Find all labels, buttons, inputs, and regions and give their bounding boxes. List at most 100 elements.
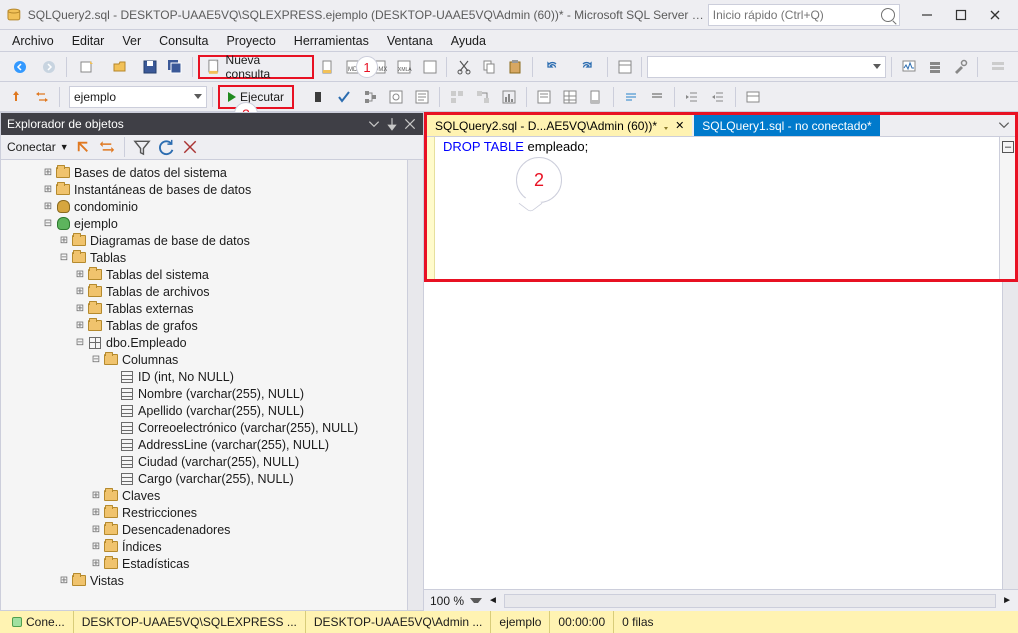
properties-button[interactable] <box>613 55 636 79</box>
zoom-value[interactable]: 100 % <box>430 594 464 608</box>
tree-toggle-icon[interactable]: ⊞ <box>89 524 103 535</box>
view-options-button[interactable] <box>983 55 1014 79</box>
cut-button[interactable] <box>452 55 475 79</box>
refresh-button[interactable] <box>156 137 176 157</box>
close-icon[interactable] <box>403 117 417 131</box>
query-file-button[interactable] <box>316 55 339 79</box>
tree-row[interactable]: ⊟Columnas <box>1 351 407 368</box>
editor-lower-area[interactable] <box>424 282 1018 589</box>
debug-button[interactable] <box>306 85 330 109</box>
include-live-button[interactable] <box>471 85 495 109</box>
tree-row[interactable]: ⊞Claves <box>1 487 407 504</box>
menu-archivo[interactable]: Archivo <box>4 32 62 50</box>
save-all-button[interactable] <box>164 55 187 79</box>
outdent-button[interactable] <box>706 85 730 109</box>
tree-row[interactable]: ⊞Vistas <box>1 572 407 589</box>
menu-ventana[interactable]: Ventana <box>379 32 441 50</box>
tree-toggle-icon[interactable]: ⊟ <box>41 218 55 229</box>
results-text-button[interactable] <box>532 85 556 109</box>
tree-row[interactable]: AddressLine (varchar(255), NULL) <box>1 436 407 453</box>
include-stats-button[interactable] <box>497 85 521 109</box>
tree-row[interactable]: ⊞Índices <box>1 538 407 555</box>
nav-back-button[interactable] <box>4 55 35 79</box>
menu-consulta[interactable]: Consulta <box>151 32 216 50</box>
tree-row[interactable]: Ciudad (varchar(255), NULL) <box>1 453 407 470</box>
minimize-button[interactable] <box>910 3 944 27</box>
comment-button[interactable] <box>619 85 643 109</box>
connect-label[interactable]: Conectar <box>7 140 56 154</box>
maximize-button[interactable] <box>944 3 978 27</box>
code-content[interactable]: DROP TABLE empleado; <box>435 137 999 279</box>
new-project-button[interactable] <box>72 55 103 79</box>
redo-button[interactable] <box>571 55 602 79</box>
tree-row[interactable]: ⊟Tablas <box>1 249 407 266</box>
tree-row[interactable]: ⊞Restricciones <box>1 504 407 521</box>
quick-launch-input[interactable] <box>713 8 881 22</box>
tree-row[interactable]: ⊞Tablas externas <box>1 300 407 317</box>
tree-row[interactable]: ⊞Tablas de grafos <box>1 317 407 334</box>
tree-toggle-icon[interactable]: ⊞ <box>73 269 87 280</box>
include-plan-button[interactable] <box>445 85 469 109</box>
object-tree[interactable]: ⊞Bases de datos del sistema⊞Instantáneas… <box>1 160 407 610</box>
tree-row[interactable]: ⊞Diagramas de base de datos <box>1 232 407 249</box>
results-grid-button[interactable] <box>558 85 582 109</box>
tree-row[interactable]: ⊞Instantáneas de bases de datos <box>1 181 407 198</box>
tree-toggle-icon[interactable]: ⊞ <box>89 541 103 552</box>
close-button[interactable] <box>978 3 1012 27</box>
horizontal-scrollbar[interactable] <box>504 594 996 608</box>
tree-toggle-icon[interactable]: ⊟ <box>73 337 87 348</box>
tree-row[interactable]: Nombre (varchar(255), NULL) <box>1 385 407 402</box>
parse-button[interactable] <box>332 85 356 109</box>
query-options-button[interactable] <box>384 85 408 109</box>
tree-toggle-icon[interactable]: ⊞ <box>41 167 55 178</box>
filter-button[interactable] <box>132 137 152 157</box>
tab-overflow-button[interactable] <box>997 118 1011 132</box>
tree-row[interactable]: Apellido (varchar(255), NULL) <box>1 402 407 419</box>
stop-button[interactable] <box>180 137 200 157</box>
xmla-query-button[interactable]: XMLA <box>392 55 415 79</box>
code-editor[interactable]: DROP TABLE empleado; ‒ <box>427 137 1015 279</box>
tree-toggle-icon[interactable]: ⊞ <box>89 558 103 569</box>
menu-editar[interactable]: Editar <box>64 32 113 50</box>
tree-toggle-icon[interactable]: ⊞ <box>73 320 87 331</box>
paste-button[interactable] <box>503 55 526 79</box>
undo-button[interactable] <box>538 55 569 79</box>
uncomment-button[interactable] <box>645 85 669 109</box>
menu-ver[interactable]: Ver <box>114 32 149 50</box>
quick-launch-box[interactable] <box>708 4 900 26</box>
tree-row[interactable]: ⊞Tablas del sistema <box>1 266 407 283</box>
tree-toggle-icon[interactable]: ⊞ <box>89 490 103 501</box>
tree-row[interactable]: Correoelectrónico (varchar(255), NULL) <box>1 419 407 436</box>
specify-values-button[interactable] <box>741 85 765 109</box>
tree-row[interactable]: ⊞condominio <box>1 198 407 215</box>
tab-sqlquery2[interactable]: SQLQuery2.sql - D...AE5VQ\Admin (60))* ✕ <box>427 115 692 136</box>
disconnect-button[interactable] <box>73 137 93 157</box>
nav-forward-button[interactable] <box>37 55 60 79</box>
open-button[interactable] <box>105 55 136 79</box>
zoom-dropdown-icon[interactable] <box>470 598 482 603</box>
vertical-scrollbar[interactable] <box>1002 282 1018 589</box>
tree-toggle-icon[interactable]: ⊞ <box>41 201 55 212</box>
tree-toggle-icon[interactable]: ⊞ <box>57 575 71 586</box>
tree-toggle-icon[interactable]: ⊟ <box>57 252 71 263</box>
menu-proyecto[interactable]: Proyecto <box>218 32 283 50</box>
display-plan-button[interactable] <box>358 85 382 109</box>
tree-row[interactable]: ⊞Tablas de archivos <box>1 283 407 300</box>
nueva-consulta-button[interactable]: Nueva consulta <box>198 55 314 79</box>
menu-ayuda[interactable]: Ayuda <box>443 32 494 50</box>
tools-button[interactable] <box>948 55 971 79</box>
filter-icon[interactable] <box>97 137 117 157</box>
registered-servers-button[interactable] <box>923 55 946 79</box>
tree-toggle-icon[interactable]: ⊟ <box>89 354 103 365</box>
tree-toggle-icon[interactable]: ⊞ <box>41 184 55 195</box>
tab-sqlquery1[interactable]: SQLQuery1.sql - no conectado* <box>694 115 879 136</box>
change-connection-button[interactable] <box>30 85 54 109</box>
pin-icon[interactable] <box>661 121 671 131</box>
tree-row[interactable]: ⊞Bases de datos del sistema <box>1 164 407 181</box>
dropdown-icon[interactable] <box>367 117 381 131</box>
tree-toggle-icon[interactable]: ⊞ <box>73 303 87 314</box>
tree-toggle-icon[interactable]: ⊞ <box>73 286 87 297</box>
intellisense-button[interactable] <box>410 85 434 109</box>
activity-monitor-button[interactable] <box>897 55 920 79</box>
indent-button[interactable] <box>680 85 704 109</box>
